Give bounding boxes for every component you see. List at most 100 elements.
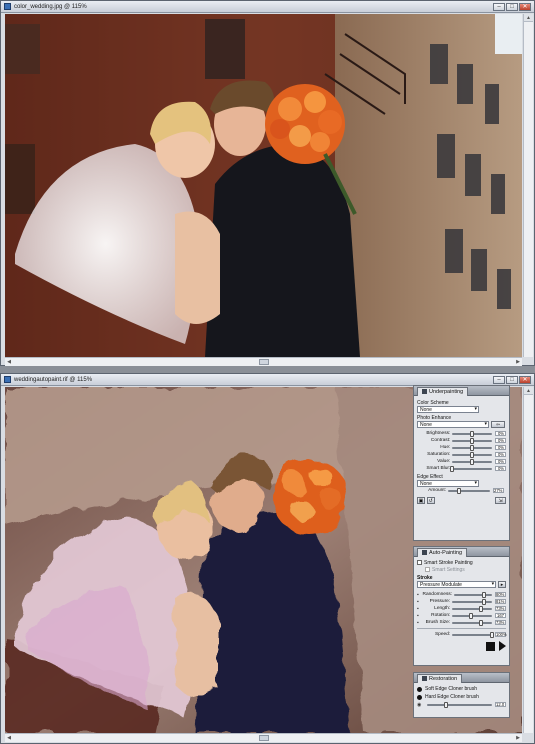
slider-value[interactable]: 0% [495,459,507,464]
slider-value[interactable]: 73% [495,606,506,611]
panel-header[interactable]: Auto-Painting [414,547,509,557]
vertical-scrollbar[interactable]: ▲ [523,387,533,733]
slider-value[interactable]: 73% [495,620,506,625]
smart-stroke-checkbox[interactable]: Smart Stroke Painting [417,559,506,566]
amount-slider-row: Amount: 27% [417,487,506,494]
slider-value[interactable]: 0% [495,466,507,471]
reset-icon[interactable]: ↺ [426,497,435,504]
window-title: color_wedding.jpg @ 115% [14,3,87,10]
panel-header[interactable]: Restoration [414,673,509,683]
stroke-select[interactable]: Pressure Modulate [417,581,497,588]
restoration-size-slider[interactable] [426,701,492,708]
slider-value[interactable]: 12.0 [495,702,506,707]
slider-track[interactable] [452,619,492,626]
slider-value[interactable]: 80% [495,592,506,597]
photo-enhance-select[interactable]: None [417,421,489,428]
checkbox-label: Smart Settings [432,566,465,573]
horizontal-scrollbar[interactable]: ◀ ▶ [5,357,522,366]
scroll-right-icon[interactable]: ▶ [514,358,522,366]
tab-label: Auto-Painting [429,549,463,556]
minimize-button[interactable]: – [493,2,505,11]
curve-icon[interactable]: ⇦ [491,421,505,428]
scroll-up-icon[interactable]: ▲ [524,14,533,22]
slider-knob[interactable] [482,598,487,605]
item-label: Soft Edge Cloner brush [425,686,477,692]
scroll-left-icon[interactable]: ◀ [5,358,13,366]
slider-track[interactable] [452,430,493,437]
slider-value[interactable]: 100% [495,632,507,637]
tab-restoration[interactable]: Restoration [417,673,463,683]
slider-knob[interactable] [490,631,494,638]
slider-knob[interactable] [444,701,449,708]
quick-clone-icon[interactable]: ▣ [417,497,425,504]
slider-value[interactable]: 0% [495,452,507,457]
divider [417,628,506,629]
slider-row: Contrast: 0% [417,437,507,444]
apply-icon[interactable]: ⇲ [495,497,506,504]
slider-track[interactable] [453,591,492,598]
slider-knob[interactable] [450,465,455,472]
tab-underpainting[interactable]: Underpainting [417,386,469,396]
slider-value[interactable]: 27% [493,488,504,493]
slider-row: Smart Blur: 0% [417,465,507,472]
speed-slider[interactable] [452,631,494,638]
stop-icon[interactable] [486,641,495,651]
slider-value[interactable]: 0% [495,445,507,450]
checkbox-box[interactable] [417,560,422,565]
slider-value[interactable]: 81% [495,599,506,604]
panel-icon [422,550,427,555]
color-scheme-select[interactable]: None [417,406,479,413]
slider-label: Hue: [440,445,451,450]
slider-knob[interactable] [457,487,462,494]
slider-knob[interactable] [470,444,475,451]
photo-enhance-sliders: Brightness: 0% Contrast: 0% Hue: 0% Saturation… [417,430,507,472]
scroll-up-icon[interactable]: ▲ [524,387,533,395]
slider-track[interactable] [450,465,493,472]
slider-track[interactable] [452,458,493,465]
close-button[interactable]: ✕ [519,375,531,384]
slider-track[interactable] [452,612,493,619]
minimize-button[interactable]: – [493,375,505,384]
slider-value[interactable]: 0% [495,431,507,436]
slider-track[interactable] [452,605,492,612]
scroll-thumb[interactable] [258,359,269,365]
slider-knob[interactable] [479,619,484,626]
panel-header[interactable]: Underpainting [414,386,509,396]
slider-row: Brightness: 0% [417,430,507,437]
wedding-photo[interactable] [5,14,522,357]
slider-knob[interactable] [470,437,475,444]
slider-row: ▪ Brush Size: 73% [417,619,506,626]
maximize-button[interactable]: □ [506,375,518,384]
soft-edge-cloner-item[interactable]: Soft Edge Cloner brush [417,685,506,693]
slider-track[interactable] [452,598,492,605]
slider-knob[interactable] [482,591,487,598]
slider-track[interactable] [452,437,493,444]
horizontal-scrollbar[interactable]: ◀ ▶ [5,733,522,742]
scroll-right-icon[interactable]: ▶ [514,734,522,742]
slider-track[interactable] [452,444,493,451]
titlebar[interactable]: color_wedding.jpg @ 115% – □ ✕ [1,1,534,13]
slider-knob[interactable] [470,430,475,437]
scroll-thumb[interactable] [258,735,269,741]
hard-edge-cloner-item[interactable]: Hard Edge Cloner brush [417,693,506,701]
slider-track[interactable] [452,451,493,458]
close-button[interactable]: ✕ [519,2,531,11]
panel-icon [422,389,427,394]
maximize-button[interactable]: □ [506,2,518,11]
play-icon[interactable] [499,641,506,651]
slider-knob[interactable] [479,605,484,612]
tab-auto-painting[interactable]: Auto-Painting [417,547,468,557]
slider-value[interactable]: 0% [495,438,507,443]
slider-knob[interactable] [470,458,475,465]
document-icon [4,3,11,10]
amount-slider[interactable] [448,487,490,494]
slider-value[interactable]: 167 [495,613,507,618]
slider-row: ▪ Length: 73% [417,605,506,612]
stroke-menu-icon[interactable]: ▸ [498,581,506,588]
slider-knob[interactable] [468,612,473,619]
slider-knob[interactable] [470,451,475,458]
vertical-scrollbar[interactable]: ▲ [523,14,533,357]
auto-painting-sliders: ▪ Randomness: 80% ▪ Pressure: 81% ▪ Length: 73% ▪… [417,591,507,626]
scroll-left-icon[interactable]: ◀ [5,734,13,742]
edge-effect-select[interactable]: None [417,480,479,487]
